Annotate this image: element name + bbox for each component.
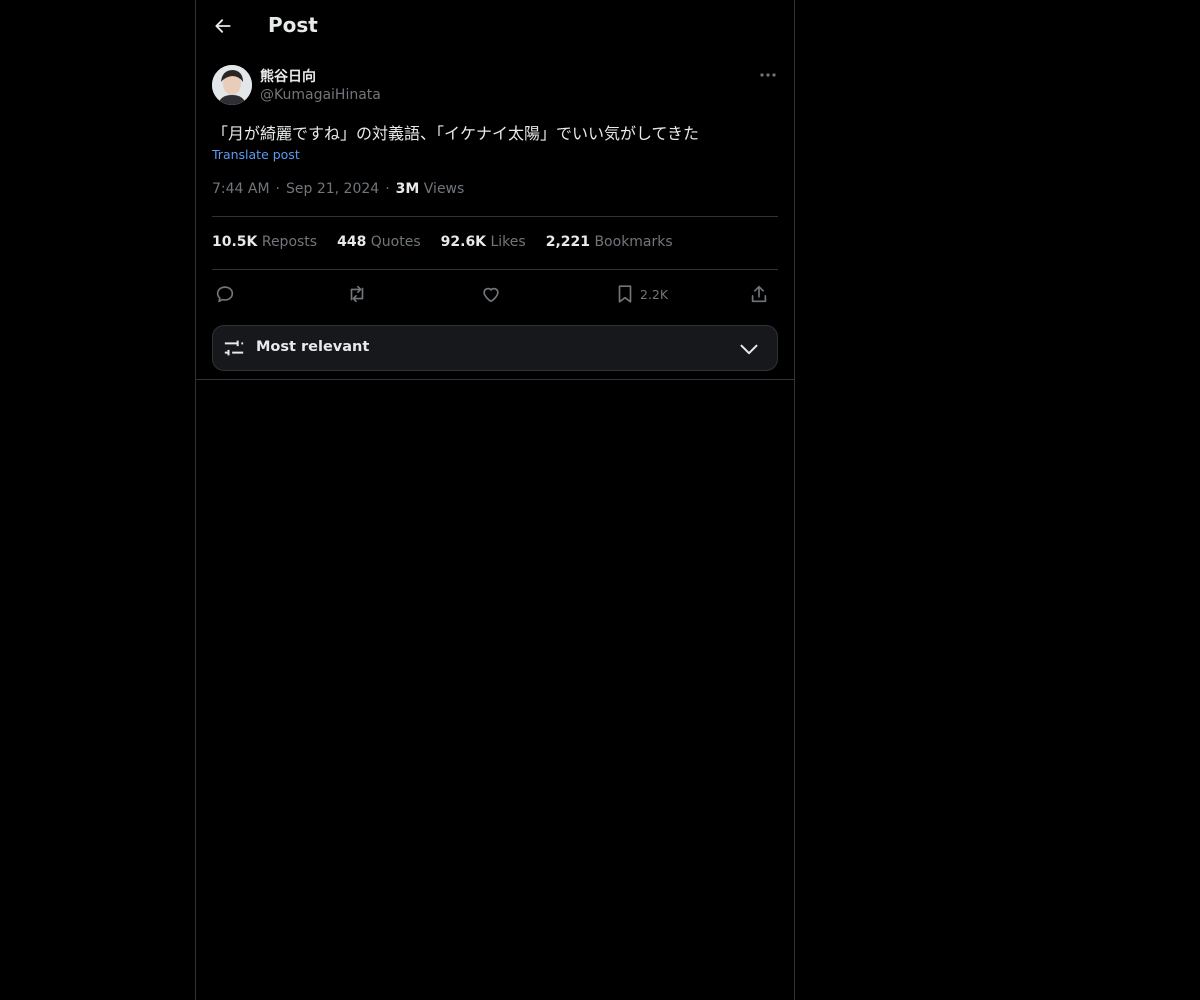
repost-button[interactable]	[346, 282, 368, 306]
avatar-photo	[212, 65, 252, 105]
stat-label: Bookmarks	[594, 234, 673, 250]
reply-icon	[216, 286, 234, 303]
meta-separator: ·	[275, 181, 280, 197]
post-date[interactable]: Sep 21, 2024	[286, 181, 379, 197]
author-handle[interactable]: @KumagaiHinata	[260, 87, 381, 103]
heart-icon	[483, 287, 499, 303]
bookmark-count: 2.2K	[640, 286, 669, 302]
sliders-icon	[224, 340, 244, 356]
reply-sort-dropdown[interactable]: Most relevant	[212, 325, 778, 371]
stat-label: Quotes	[370, 234, 421, 250]
bookmark-icon	[618, 285, 632, 303]
stat-bookmarks[interactable]: 2,221 Bookmarks	[546, 234, 673, 250]
divider	[212, 269, 778, 270]
bookmark-button[interactable]: 2.2K	[614, 282, 668, 306]
back-button[interactable]	[208, 11, 238, 41]
divider	[212, 216, 778, 217]
stat-quotes[interactable]: 448 Quotes	[337, 234, 421, 250]
page-title: Post	[268, 13, 318, 37]
page-header: Post	[196, 0, 794, 54]
engagement-stats: 10.5K Reposts 448 Quotes 92.6K Likes 2,2…	[212, 234, 673, 250]
stat-count: 10.5K	[212, 234, 258, 250]
share-icon	[751, 285, 767, 303]
views-label: Views	[423, 181, 465, 197]
action-bar: 2.2K	[212, 280, 778, 308]
stat-reposts[interactable]: 10.5K Reposts	[212, 234, 317, 250]
chevron-down-icon	[740, 344, 758, 355]
post-meta: 7:44 AM · Sep 21, 2024 · 3M Views	[212, 181, 464, 197]
stat-likes[interactable]: 92.6K Likes	[441, 234, 526, 250]
post-text: 「月が綺麗ですね」の対義語、「イケナイ太陽」でいい気がしてきた	[212, 124, 700, 143]
post-time[interactable]: 7:44 AM	[212, 181, 270, 197]
share-button[interactable]	[748, 282, 770, 306]
stat-count: 92.6K	[440, 234, 487, 250]
avatar[interactable]	[212, 65, 252, 105]
stat-label: Reposts	[261, 234, 318, 250]
more-icon	[760, 73, 776, 77]
stat-label: Likes	[490, 234, 526, 250]
arrow-left-icon	[215, 19, 231, 33]
post-column: Post 熊谷日向 @KumagaiHinata 「月が綺麗ですね」の対義語、「…	[195, 0, 795, 1000]
stat-count: 2,221	[545, 234, 590, 250]
translate-post-link[interactable]: Translate post	[212, 147, 300, 162]
stat-count: 448	[337, 234, 367, 250]
more-options-button[interactable]	[756, 64, 780, 86]
section-divider	[196, 379, 794, 380]
like-button[interactable]	[480, 282, 502, 306]
sort-label: Most relevant	[256, 339, 370, 355]
reply-button[interactable]	[214, 282, 236, 306]
views-count: 3M	[395, 181, 420, 197]
meta-separator: ·	[385, 181, 390, 197]
repost-icon	[350, 285, 364, 303]
author-display-name[interactable]: 熊谷日向	[260, 66, 316, 86]
